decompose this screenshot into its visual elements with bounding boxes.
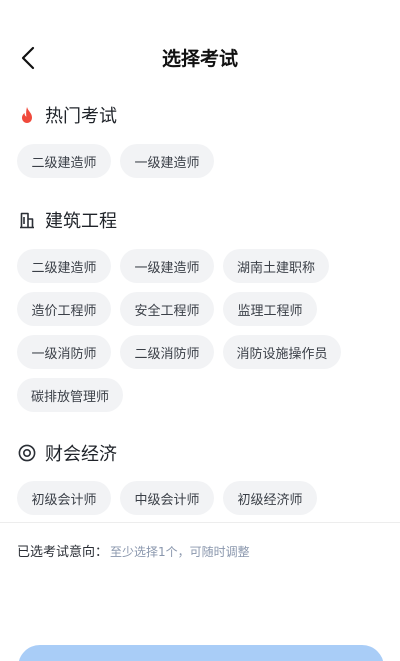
chip-construction-3[interactable]: 造价工程师 [17, 292, 111, 326]
nav-bar: 选择考试 [0, 30, 400, 86]
select-exam-page: 选择考试 热门考试 二级建造师 一级建造师 建筑工程 二级建造师 一级建造师 湖… [0, 0, 400, 661]
selected-exams-hint: 至少选择1个，可随时调整 [110, 545, 250, 559]
chip-construction-1[interactable]: 一级建造师 [120, 249, 214, 283]
section-finance-header: 财会经济 [18, 439, 117, 467]
chip-construction-0[interactable]: 二级建造师 [17, 249, 111, 283]
flame-icon [18, 106, 36, 124]
section-hot-chips: 二级建造师 一级建造师 [17, 144, 387, 187]
building-icon [18, 211, 36, 229]
section-hot-title: 热门考试 [45, 106, 117, 127]
chip-finance-1[interactable]: 中级会计师 [120, 481, 214, 515]
chip-hot-1[interactable]: 一级建造师 [120, 144, 214, 178]
selected-exams-label: 已选考试意向： [17, 545, 109, 560]
section-finance-chips: 初级会计师 中级会计师 初级经济师 [17, 481, 387, 524]
section-construction-title: 建筑工程 [45, 211, 117, 232]
chip-finance-2[interactable]: 初级经济师 [223, 481, 317, 515]
section-construction-chips: 二级建造师 一级建造师 湖南土建职称 造价工程师 安全工程师 监理工程师 一级消… [17, 249, 387, 421]
chip-construction-5[interactable]: 监理工程师 [223, 292, 317, 326]
confirm-button[interactable] [18, 645, 384, 661]
chip-hot-0[interactable]: 二级建造师 [17, 144, 111, 178]
selected-exams-row: 已选考试意向： 至少选择1个，可随时调整 [17, 541, 250, 560]
chip-construction-7[interactable]: 二级消防师 [120, 335, 214, 369]
chip-construction-4[interactable]: 安全工程师 [120, 292, 214, 326]
chip-construction-8[interactable]: 消防设施操作员 [223, 335, 341, 369]
chip-finance-0[interactable]: 初级会计师 [17, 481, 111, 515]
section-hot-header: 热门考试 [18, 101, 117, 129]
chip-construction-6[interactable]: 一级消防师 [17, 335, 111, 369]
divider [0, 522, 400, 523]
target-icon [18, 444, 36, 462]
page-title: 选择考试 [161, 48, 238, 70]
section-finance-title: 财会经济 [45, 444, 117, 465]
section-construction-header: 建筑工程 [18, 206, 117, 234]
chip-construction-2[interactable]: 湖南土建职称 [223, 249, 329, 283]
chip-construction-9[interactable]: 碳排放管理师 [17, 378, 123, 412]
